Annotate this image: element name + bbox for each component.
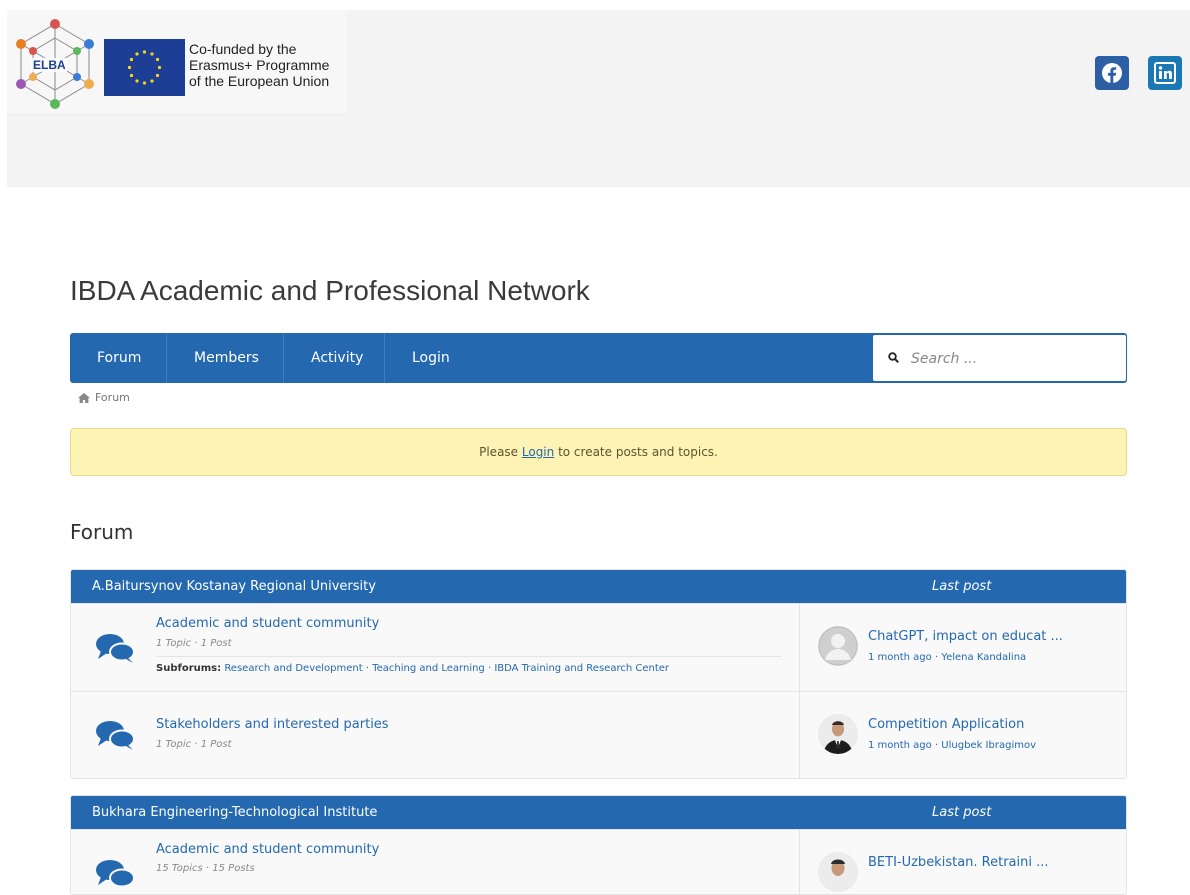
user-photo-avatar-icon xyxy=(818,852,858,892)
forum-info: Academic and student community 1 Topic ·… xyxy=(71,604,800,691)
forum-stats: 1 Topic · 1 Post xyxy=(156,739,232,750)
home-icon[interactable] xyxy=(78,392,90,403)
forum-title-link[interactable]: Academic and student community xyxy=(156,842,379,857)
eu-text-line: of the European Union xyxy=(189,73,330,89)
eu-funding-text: Co-funded by the Erasmus+ Programme of t… xyxy=(189,41,329,89)
search-box xyxy=(873,335,1126,381)
avatar[interactable] xyxy=(818,852,858,892)
eu-flag-icon xyxy=(104,39,185,96)
category-block: Bukhara Engineering-Technological Instit… xyxy=(70,795,1127,895)
category-block: A.Baitursynov Kostanay Regional Universi… xyxy=(70,569,1127,779)
svg-text:ELBA: ELBA xyxy=(33,58,66,72)
forum-info: Stakeholders and interested parties 1 To… xyxy=(71,692,800,778)
category-title[interactable]: Bukhara Engineering-Technological Instit… xyxy=(92,805,377,820)
forum-stats: 1 Topic · 1 Post xyxy=(156,638,232,649)
linkedin-button[interactable] xyxy=(1148,56,1182,90)
subforums-label: Subforums: xyxy=(156,663,222,674)
breadcrumb: Forum xyxy=(78,391,130,404)
forum-title-link[interactable]: Academic and student community xyxy=(156,616,379,631)
search-input[interactable] xyxy=(909,347,1113,371)
user-photo-avatar-icon xyxy=(818,714,858,754)
subforums-links[interactable]: Research and Development · Teaching and … xyxy=(224,663,669,674)
notice-text-after: to create posts and topics. xyxy=(554,445,718,459)
forum-heading: Forum xyxy=(70,520,134,544)
forum-title-link[interactable]: Stakeholders and interested parties xyxy=(156,717,389,732)
linkedin-icon xyxy=(1154,62,1176,84)
forum-row: Stakeholders and interested parties 1 To… xyxy=(71,691,1126,778)
category-header: Bukhara Engineering-Technological Instit… xyxy=(71,796,1126,829)
last-post-header: Last post xyxy=(932,805,992,820)
chat-bubbles-icon xyxy=(96,721,135,750)
search-icon xyxy=(888,352,899,363)
eu-text-line: Erasmus+ Programme xyxy=(189,57,330,73)
nav-login[interactable]: Login xyxy=(385,333,475,383)
nav-forum[interactable]: Forum xyxy=(70,333,167,383)
facebook-button[interactable] xyxy=(1095,56,1129,90)
last-post-title-link[interactable]: ChatGPT, impact on educat ... xyxy=(868,629,1063,644)
default-avatar-icon xyxy=(818,626,858,666)
forum-row: Academic and student community 1 Topic ·… xyxy=(71,603,1126,691)
main-nav: Forum Members Activity Login xyxy=(70,333,1127,383)
last-post-meta[interactable]: 1 month ago · Yelena Kandalina xyxy=(868,652,1026,663)
project-logo[interactable]: ELBA Co-funded by the Erasmus+ Programme… xyxy=(7,10,347,113)
forum-stats: 15 Topics · 15 Posts xyxy=(156,863,255,874)
avatar[interactable] xyxy=(818,714,858,754)
subforums-line: Subforums: Research and Development · Te… xyxy=(156,656,781,674)
login-notice: Please Login to create posts and topics. xyxy=(70,428,1127,476)
breadcrumb-forum-link[interactable]: Forum xyxy=(95,391,130,404)
notice-login-link[interactable]: Login xyxy=(522,445,554,459)
category-header: A.Baitursynov Kostanay Regional Universi… xyxy=(71,570,1126,603)
chat-bubbles-icon xyxy=(96,634,135,663)
forum-info: Academic and student community 15 Topics… xyxy=(71,830,800,894)
last-post-meta[interactable]: 1 month ago · Ulugbek Ibragimov xyxy=(868,740,1036,751)
header-banner: ELBA Co-funded by the Erasmus+ Programme… xyxy=(7,10,1190,187)
eu-text-line: Co-funded by the xyxy=(189,41,297,57)
last-post-title-link[interactable]: Competition Application xyxy=(868,717,1024,732)
nav-activity[interactable]: Activity xyxy=(284,333,385,383)
elba-network-logo-icon: ELBA xyxy=(16,19,94,109)
nav-members[interactable]: Members xyxy=(167,333,284,383)
forum-row: Academic and student community 15 Topics… xyxy=(71,829,1126,894)
site-title: IBDA Academic and Professional Network xyxy=(70,275,590,306)
last-post-header: Last post xyxy=(932,579,992,594)
avatar[interactable] xyxy=(818,626,858,666)
last-post-title-link[interactable]: BETI-Uzbekistan. Retraini ... xyxy=(868,855,1049,870)
notice-text-before: Please xyxy=(479,445,522,459)
chat-bubbles-icon xyxy=(96,860,135,888)
category-title[interactable]: A.Baitursynov Kostanay Regional Universi… xyxy=(92,579,376,594)
facebook-icon xyxy=(1102,63,1122,83)
